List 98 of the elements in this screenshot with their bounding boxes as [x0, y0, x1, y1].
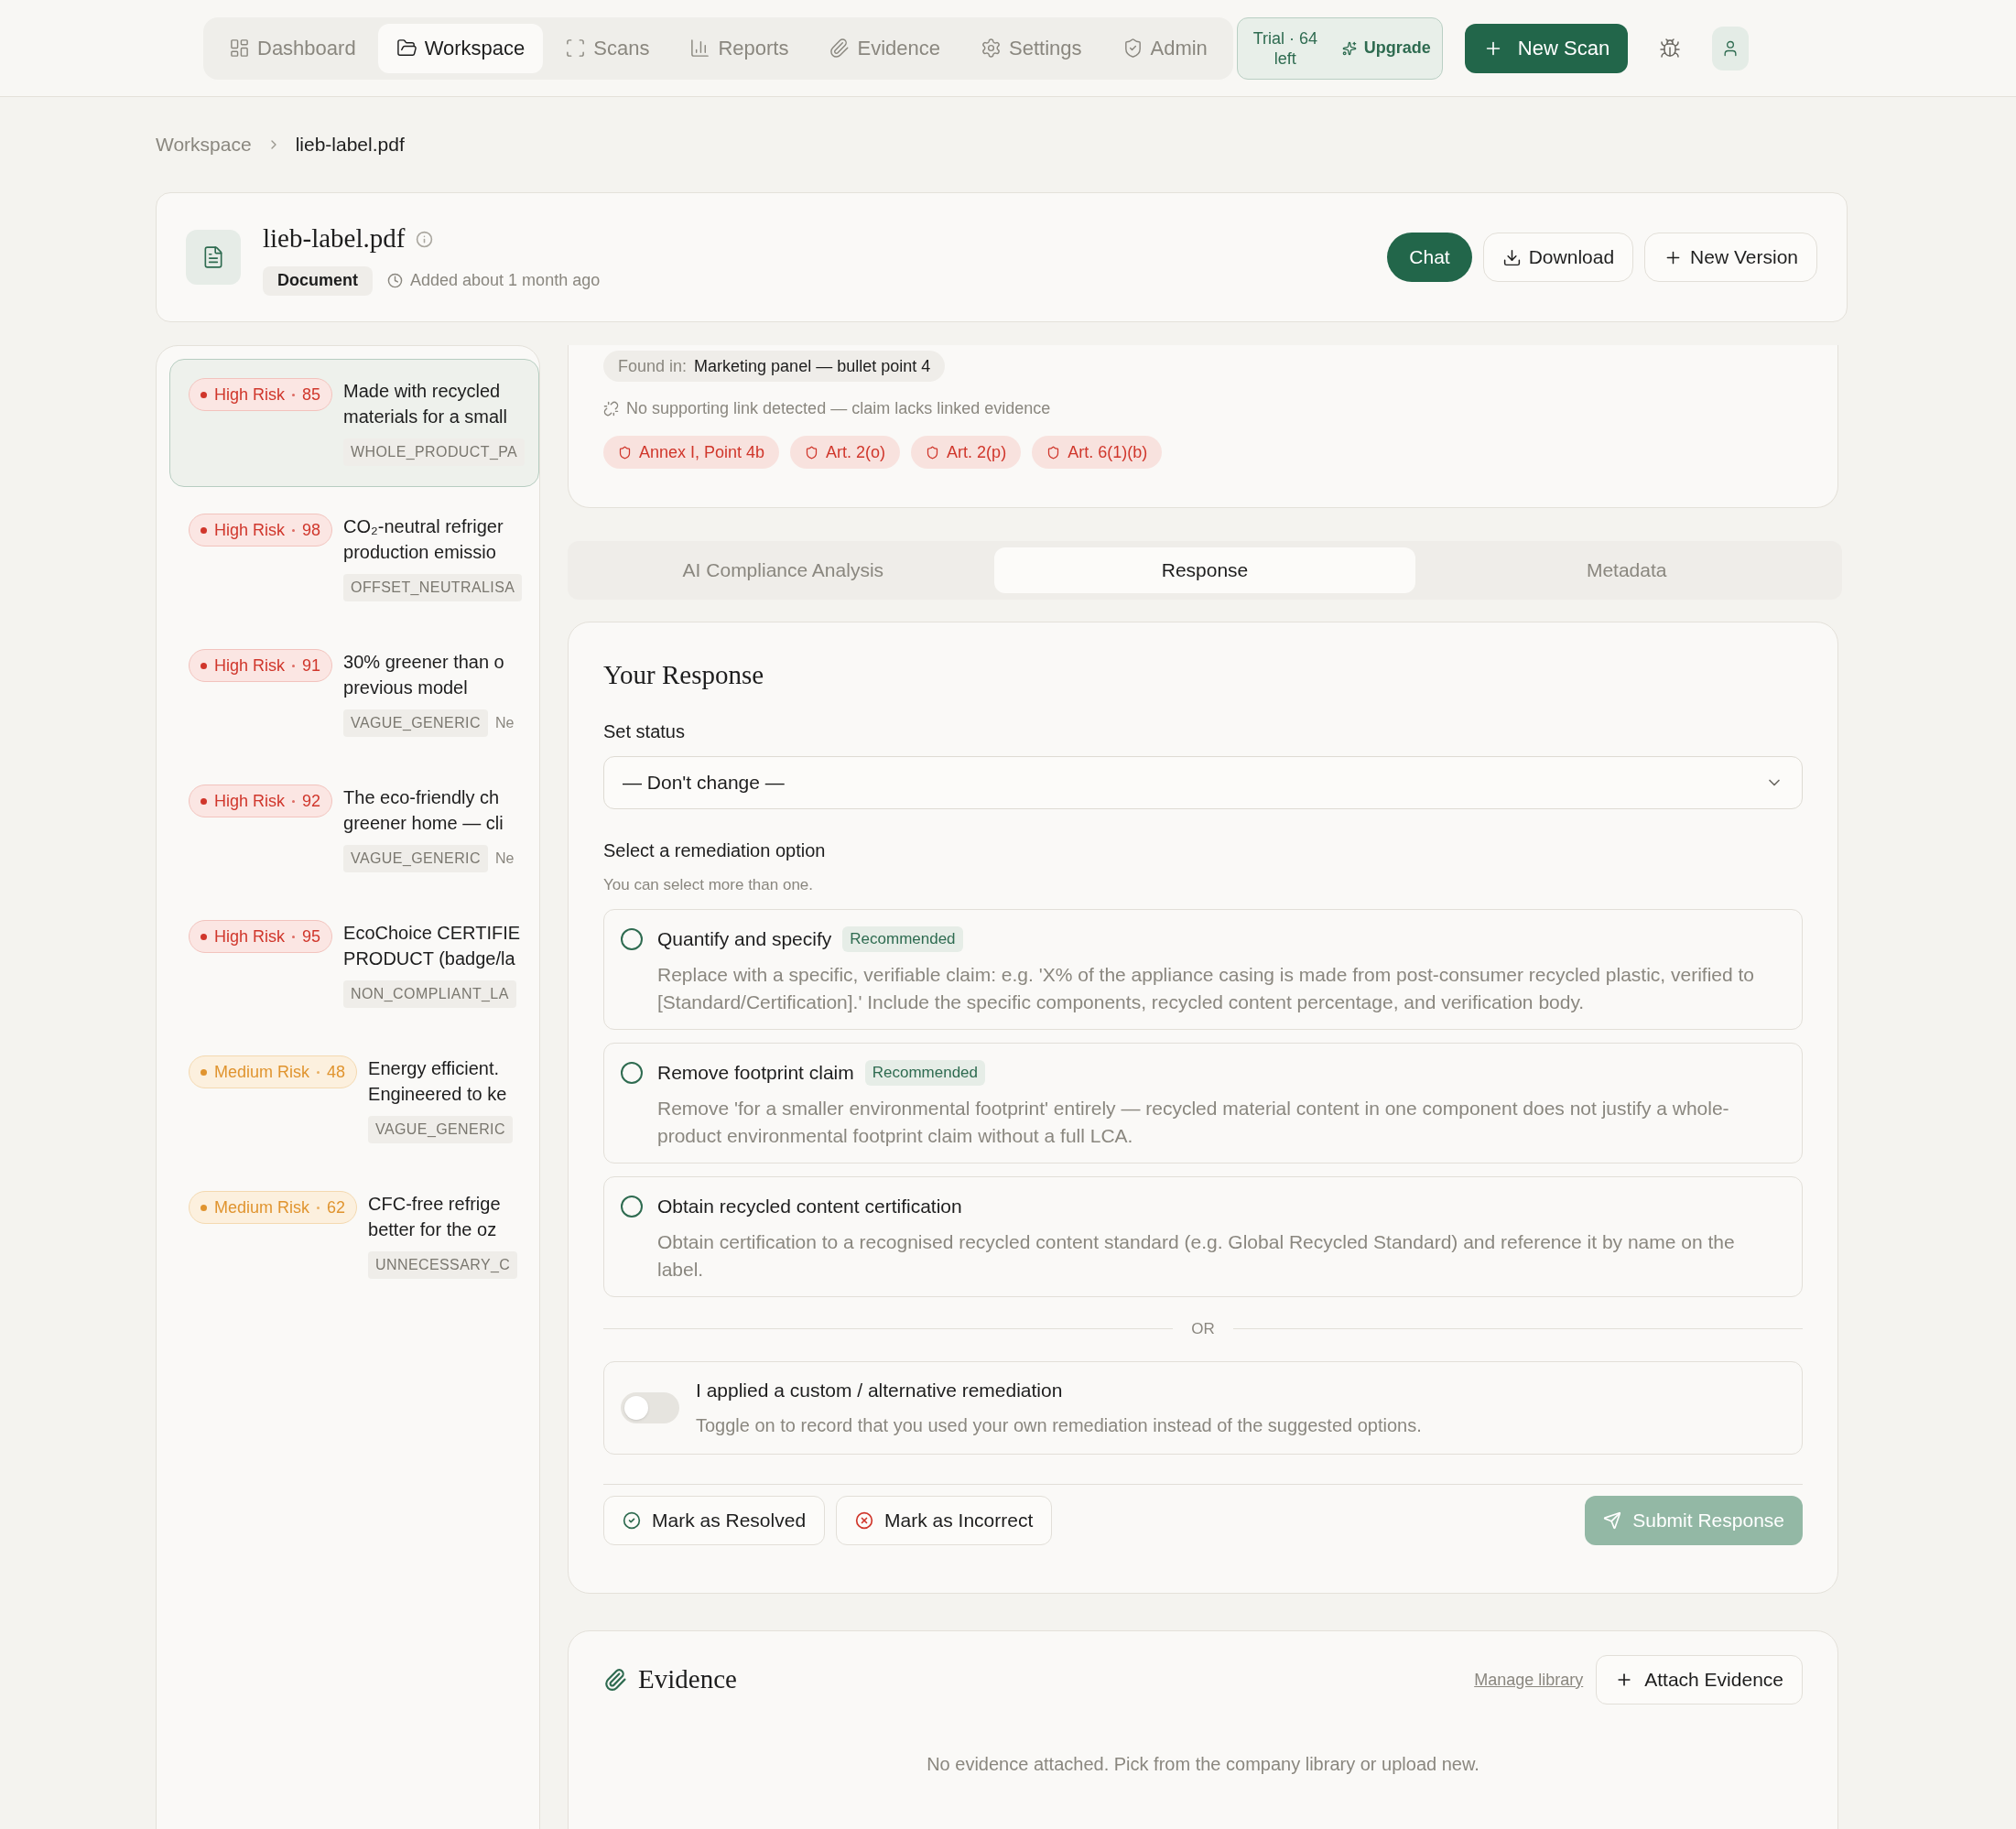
toggle-switch[interactable] [621, 1391, 679, 1423]
check-circle-icon [623, 1510, 641, 1530]
risk-badge: Medium Risk 62 [189, 1191, 358, 1224]
document-title: lieb-label.pdf [263, 222, 406, 255]
divider-label: OR [1191, 1319, 1215, 1339]
settings-icon [981, 38, 1002, 59]
bar-chart-icon [689, 38, 711, 59]
option-description: Obtain certification to a recognised recycled content standard (e.g. Global Recycled Standard) and reference it by name on the label. [657, 1229, 1736, 1282]
risk-badge: High Risk 92 [189, 785, 333, 817]
regulation-chip: Art. 2(o) [790, 436, 901, 469]
download-icon [1501, 247, 1522, 267]
attach-evidence-button[interactable]: Attach Evidence [1596, 1655, 1803, 1705]
manage-library-link[interactable]: Manage library [1474, 1667, 1584, 1693]
status-select[interactable]: — Don't change — [603, 755, 1803, 809]
remediation-option[interactable] [603, 909, 1803, 1030]
added-date: Added about 1 month ago [410, 270, 601, 292]
new-version-button[interactable]: New Version [1644, 233, 1817, 282]
folder-icon [396, 38, 417, 59]
found-in-chip: Found in: Marketing panel — bullet point 4 [603, 351, 946, 382]
recommended-badge: Recommended [842, 925, 963, 952]
category-tag: Ne [494, 712, 515, 734]
claim-text: CFC-free refrige better for the oz [368, 1193, 502, 1241]
risk-badge: High Risk 95 [189, 920, 333, 953]
claim-text: Made with recycled materials for a small [343, 380, 508, 428]
claim-text: Energy efficient. Engineered to ke [368, 1057, 508, 1106]
category-tag: UNNECESSARY_C [368, 1251, 518, 1279]
option-title: Remove footprint claim [657, 1061, 854, 1085]
dashboard-grid-icon [229, 38, 250, 59]
category-tag: WHOLE_PRODUCT_PA [343, 438, 526, 466]
nav-tab[interactable]: Workspace [377, 23, 544, 73]
section-title: Evidence [638, 1663, 737, 1696]
sparkle-icon [1341, 40, 1357, 56]
shield-icon [618, 445, 632, 460]
field-label: Select a remediation option [603, 839, 827, 862]
claim-card[interactable]: High Risk 85 Made with recycled materials for a small WHOLE_PRODUCT_PA [169, 359, 539, 487]
field-label: Set status [603, 720, 686, 743]
custom-description: Toggle on to record that you used your own remediation instead of the suggested options. [696, 1414, 1422, 1438]
claim-card[interactable]: High Risk 91 30% greener than o previous model VAGUE_GENERIC Ne [169, 630, 539, 758]
regulation-chip: Annex I, Point 4b [603, 436, 780, 469]
claim-text: CO₂-neutral refriger production emissio [343, 515, 504, 564]
shield-icon [805, 445, 819, 460]
risk-badge: Medium Risk 48 [189, 1055, 358, 1088]
download-button[interactable]: Download [1482, 233, 1634, 282]
empty-state-text: No evidence attached. Pick from the company library or upload new. [926, 1753, 1480, 1776]
regulation-chip: Art. 2(p) [911, 436, 1022, 469]
radio-button[interactable] [621, 1196, 643, 1218]
option-title: Quantify and specify [657, 927, 832, 951]
upgrade-button[interactable]: Upgrade [1341, 36, 1431, 60]
document-type-badge: Document [263, 265, 373, 296]
section-title: Your Response [603, 659, 765, 691]
link-note: No supporting link detected — claim lacks linked evidence [626, 398, 1051, 419]
claim-card[interactable]: High Risk 98 CO₂-neutral refriger production emissio OFFSET_NEUTRALISA [169, 494, 539, 622]
claim-card[interactable]: High Risk 95 EcoChoice CERTIFIE PRODUCT (badge/la NON_COMPLIANT_LA [169, 901, 539, 1029]
radio-button[interactable] [621, 928, 643, 950]
category-tag: VAGUE_GENERIC [343, 845, 488, 872]
category-tag: OFFSET_NEUTRALISA [343, 574, 523, 601]
risk-badge: High Risk 91 [189, 649, 333, 682]
paperclip-icon [829, 38, 851, 59]
scan-frame-icon [565, 38, 587, 59]
remediation-option[interactable] [603, 1043, 1803, 1163]
user-avatar[interactable] [1712, 26, 1750, 70]
custom-title: I applied a custom / alternative remediation [696, 1378, 1064, 1402]
shield-icon [1046, 445, 1061, 460]
claim-text: The eco-friendly ch greener home — cli [343, 786, 504, 835]
x-circle-icon [855, 1510, 874, 1530]
bug-icon[interactable] [1659, 37, 1682, 60]
category-tag: VAGUE_GENERIC [368, 1116, 513, 1143]
paperclip-icon [603, 1668, 627, 1692]
trial-text: Trial · 64 left [1252, 27, 1319, 69]
risk-badge: High Risk 85 [189, 378, 333, 411]
regulation-chip: Art. 6(1)(b) [1032, 436, 1163, 469]
remediation-option[interactable]: Obtain recycled content certification Obtain certification to a recognised recycled content standard (e.g. Global Recycled Standard) and reference it by name on the label. [603, 1176, 1803, 1297]
risk-badge: High Risk 98 [189, 514, 333, 547]
new-scan-button[interactable]: New Scan [1464, 23, 1629, 73]
claim-card[interactable]: Medium Risk 62 CFC-free refrige better for the oz UNNECESSARY_C [169, 1172, 539, 1300]
category-tag: VAGUE_GENERIC [343, 709, 488, 737]
shield-icon [926, 445, 940, 460]
claim-card[interactable]: High Risk 92 The eco-friendly ch greener home — cli VAGUE_GENERIC Ne [169, 765, 539, 893]
mark-resolved-button[interactable]: Mark as Resolved [603, 1495, 826, 1545]
send-icon [1603, 1510, 1622, 1530]
broken-link-icon [603, 401, 619, 417]
mark-incorrect-button[interactable]: Mark as Incorrect [836, 1495, 1053, 1545]
breadcrumb-current: lieb-label.pdf [295, 133, 405, 157]
info-icon[interactable] [416, 230, 434, 248]
option-description: Replace with a specific, verifiable claim: e.g. 'X% of the appliance casing is made from post-consumer recycled plastic, verified to [Standard/Certification].' Include the specific components, recycled content percentage, and verification body. [657, 962, 1756, 1014]
chat-button[interactable]: Chat [1387, 233, 1472, 282]
recommended-badge: Recommended [864, 1059, 986, 1086]
option-description: Remove 'for a smaller environmental footprint' entirely — recycled material content in one component does not justify a whole-product environmental footprint claim without a full LCA. [657, 1096, 1730, 1148]
radio-button[interactable] [621, 1062, 643, 1084]
clock-icon [387, 273, 403, 289]
category-tag: NON_COMPLIANT_LA [343, 980, 516, 1008]
tab[interactable]: Response [993, 547, 1416, 593]
category-tag: Ne [494, 848, 515, 870]
claim-text: 30% greener than o previous model [343, 651, 505, 699]
field-hint: You can select more than one. [603, 874, 815, 895]
claim-card[interactable]: Medium Risk 48 Energy efficient. Engineered to ke VAGUE_GENERIC [169, 1036, 539, 1164]
option-title: Obtain recycled content certification [657, 1195, 962, 1218]
claim-text: EcoChoice CERTIFIE PRODUCT (badge/la [343, 922, 521, 970]
